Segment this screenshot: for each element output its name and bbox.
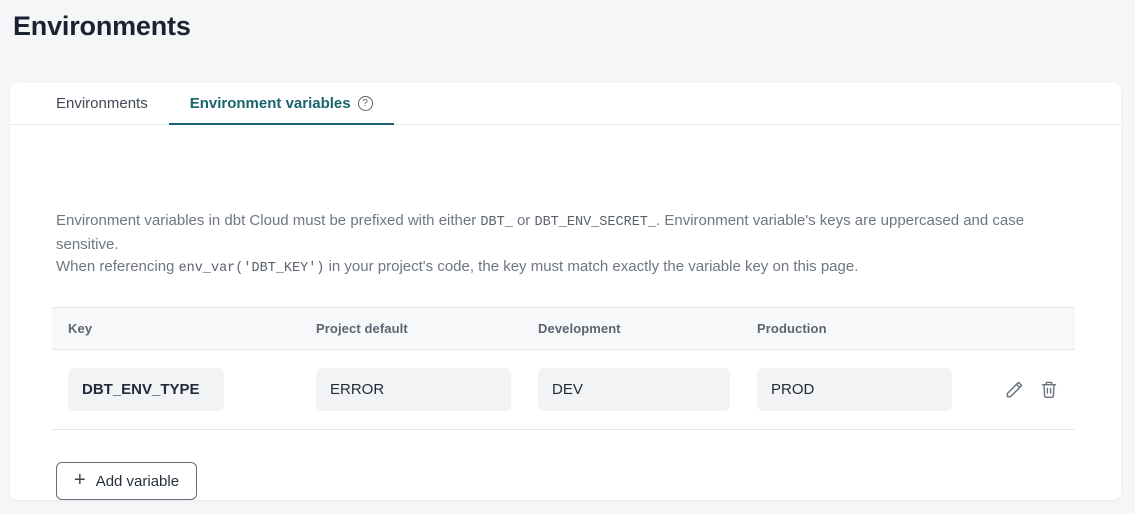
description-segment: Environment variables in dbt Cloud must … xyxy=(56,212,480,229)
tab-environments[interactable]: Environments xyxy=(35,83,169,124)
description-line-1: Environment variables in dbt Cloud must … xyxy=(56,210,1075,256)
tab-environment-variables-label: Environment variables xyxy=(190,95,351,112)
cell-development: DEV xyxy=(538,368,757,411)
column-header-project-default: Project default xyxy=(316,321,538,336)
add-variable-label: Add variable xyxy=(96,473,179,490)
plus-icon: + xyxy=(74,470,86,490)
trash-icon xyxy=(1039,379,1059,400)
column-header-development: Development xyxy=(538,321,757,336)
cell-row-actions xyxy=(952,379,1059,401)
table-row: DBT_ENV_TYPE ERROR DEV PROD xyxy=(52,350,1075,430)
cell-key: DBT_ENV_TYPE xyxy=(68,368,316,411)
tab-environments-label: Environments xyxy=(56,95,148,112)
project-default-value-chip: ERROR xyxy=(316,368,511,411)
code-env-var-example: env_var('DBT_KEY') xyxy=(179,261,325,276)
code-dbt-prefix: DBT_ xyxy=(480,215,512,230)
key-value-chip: DBT_ENV_TYPE xyxy=(68,368,224,411)
tab-environment-variables[interactable]: Environment variables ? xyxy=(169,83,394,124)
tab-panel-content: Environment variables in dbt Cloud must … xyxy=(10,125,1121,500)
pencil-icon xyxy=(1004,379,1025,400)
description-segment: in your project's code, the key must mat… xyxy=(324,258,858,275)
environment-variables-card: Environments Environment variables ? Env… xyxy=(10,83,1121,500)
production-value-chip: PROD xyxy=(757,368,952,411)
add-variable-button[interactable]: + Add variable xyxy=(56,462,197,500)
column-header-production: Production xyxy=(757,321,952,336)
tab-bar: Environments Environment variables ? xyxy=(10,83,1121,125)
help-icon[interactable]: ? xyxy=(358,96,373,111)
description-text: Environment variables in dbt Cloud must … xyxy=(56,210,1075,280)
environment-variables-table: Key Project default Development Producti… xyxy=(52,307,1075,430)
cell-project-default: ERROR xyxy=(316,368,538,411)
table-header-row: Key Project default Development Producti… xyxy=(52,308,1075,350)
description-segment: When referencing xyxy=(56,258,179,275)
column-header-key: Key xyxy=(68,321,316,336)
development-value-chip: DEV xyxy=(538,368,730,411)
delete-variable-button[interactable] xyxy=(1038,379,1059,401)
page-title: Environments xyxy=(0,0,1135,43)
code-dbt-env-secret-prefix: DBT_ENV_SECRET_ xyxy=(534,215,656,230)
edit-variable-button[interactable] xyxy=(1004,379,1025,401)
cell-production: PROD xyxy=(757,368,952,411)
description-line-2: When referencing env_var('DBT_KEY') in y… xyxy=(56,256,1075,280)
description-segment: or xyxy=(513,212,535,229)
